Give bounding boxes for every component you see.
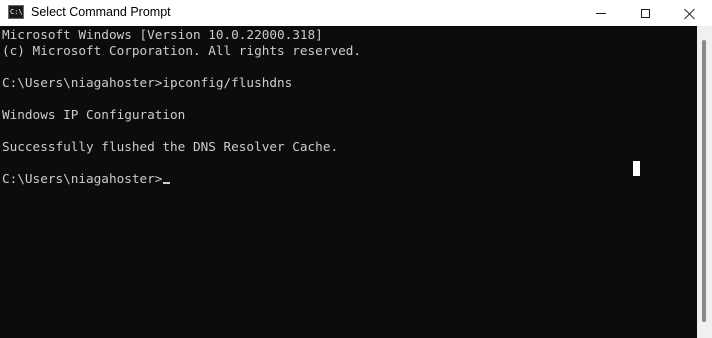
mouse-pointer-icon	[633, 161, 640, 176]
console-line-result: Successfully flushed the DNS Resolver Ca…	[2, 139, 339, 154]
scrollbar-thumb[interactable]	[702, 40, 706, 322]
window-title: Select Command Prompt	[31, 5, 171, 19]
console-prompt: C:\Users\niagahoster>	[2, 171, 163, 186]
console-line-version: Microsoft Windows [Version 10.0.22000.31…	[2, 27, 323, 42]
command-prompt-window: C:\ Select Command Prompt Microsoft Wind…	[0, 0, 712, 338]
console-output[interactable]: Microsoft Windows [Version 10.0.22000.31…	[0, 26, 697, 338]
console-line-command: C:\Users\niagahoster>ipconfig/flushdns	[2, 75, 293, 90]
title-bar[interactable]: C:\ Select Command Prompt	[0, 0, 712, 26]
text-cursor	[163, 182, 171, 184]
console-line-copyright: (c) Microsoft Corporation. All rights re…	[2, 43, 362, 58]
minimize-button[interactable]	[578, 0, 624, 26]
minimize-icon	[596, 12, 606, 14]
maximize-button[interactable]	[622, 0, 668, 26]
command-prompt-icon[interactable]: C:\	[8, 5, 24, 19]
close-icon	[684, 8, 695, 19]
console-line-ip-config: Windows IP Configuration	[2, 107, 186, 122]
close-button[interactable]	[666, 0, 712, 26]
vertical-scrollbar[interactable]	[697, 26, 712, 338]
maximize-icon	[640, 8, 650, 18]
console-prompt-line[interactable]: C:\Users\niagahoster>	[2, 171, 171, 187]
